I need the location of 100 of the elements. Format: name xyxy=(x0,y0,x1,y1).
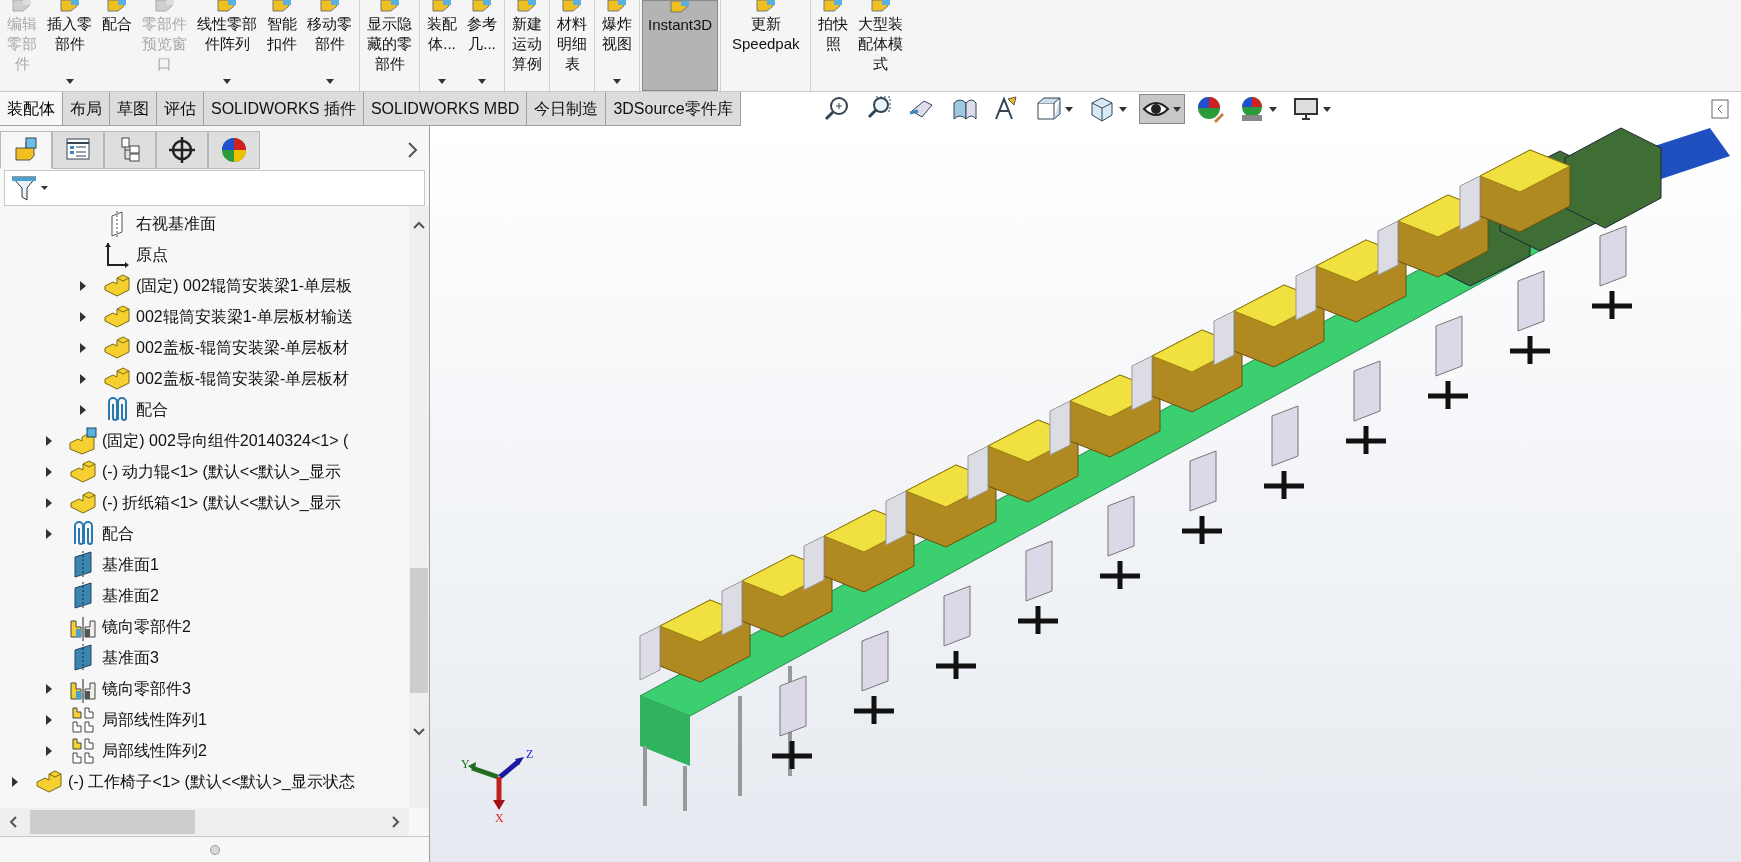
toolbar-button[interactable]: 新建运动算例 xyxy=(507,0,547,91)
tree-item-label[interactable]: 原点 xyxy=(136,242,168,267)
scroll-down-icon[interactable] xyxy=(412,727,426,737)
caret-icon[interactable] xyxy=(1063,105,1074,113)
scrollbar-thumb[interactable] xyxy=(30,810,195,834)
caret-icon[interactable] xyxy=(64,78,75,85)
part-icon[interactable] xyxy=(606,0,628,12)
tree-item-label[interactable]: 002盖板-辊筒安装梁-单层板材 xyxy=(136,366,350,391)
tree-item-label[interactable]: 基准面3 xyxy=(102,645,159,670)
paperclip-icon xyxy=(106,395,128,424)
tree-item-label[interactable]: 基准面1 xyxy=(102,552,159,577)
toolbar-button[interactable]: 显示隐藏的零部件 xyxy=(362,0,417,91)
expand-arrow-icon[interactable] xyxy=(78,310,88,323)
caret-icon[interactable] xyxy=(1321,105,1332,113)
expand-arrow-icon[interactable] xyxy=(78,372,88,385)
tree-item-label[interactable]: (-) 动力辊<1> (默认<<默认>_显示 xyxy=(102,459,341,484)
part-icon[interactable] xyxy=(378,0,401,12)
part-icon[interactable] xyxy=(822,0,845,12)
tree-item-label[interactable]: 基准面2 xyxy=(102,583,159,608)
tree-item-label[interactable]: 镜向零部件2 xyxy=(102,614,191,639)
caret-icon[interactable] xyxy=(1117,105,1128,113)
toolbar-button[interactable]: 智能扣件 xyxy=(262,0,302,91)
vertical-scrollbar[interactable] xyxy=(409,206,429,808)
caret-icon[interactable] xyxy=(1267,105,1278,113)
part-icon[interactable] xyxy=(106,0,128,12)
expand-arrow-icon[interactable] xyxy=(44,682,54,695)
part-icon[interactable] xyxy=(561,0,583,12)
tree-item-label[interactable]: 配合 xyxy=(102,521,134,546)
part-icon[interactable] xyxy=(754,0,777,12)
toolbar-button[interactable]: 插入零部件 xyxy=(42,0,97,91)
tree-item-label[interactable]: 配合 xyxy=(136,397,168,422)
part-icon[interactable] xyxy=(516,0,538,12)
tree-item-label[interactable]: 002盖板-辊筒安装梁-单层板材 xyxy=(136,335,350,360)
plane-icon xyxy=(110,209,124,238)
tree-item-label[interactable]: 局部线性阵列1 xyxy=(102,707,207,732)
filter-icon[interactable] xyxy=(9,174,49,202)
panel-tab[interactable] xyxy=(156,131,208,169)
scroll-left-icon[interactable] xyxy=(8,815,18,829)
axis-triad-drawing: Y Z X xyxy=(458,732,548,822)
toolbar-button[interactable]: 更新 Speedpak xyxy=(723,0,809,91)
caret-icon[interactable] xyxy=(612,78,622,85)
expand-arrow-icon[interactable] xyxy=(44,744,54,757)
part-icon[interactable] xyxy=(58,0,81,12)
scroll-right-icon[interactable] xyxy=(391,815,401,829)
caret-icon[interactable] xyxy=(1171,105,1182,113)
ribbon-tab[interactable]: 装配体 xyxy=(0,92,63,125)
scroll-up-icon[interactable] xyxy=(412,220,426,230)
expand-arrow-icon[interactable] xyxy=(78,279,88,292)
plane-icon xyxy=(74,550,92,579)
paperclip-icon xyxy=(72,519,94,548)
view-tool-button[interactable] xyxy=(1138,94,1185,124)
crosshair-icon xyxy=(166,134,198,166)
toolbar-button[interactable]: 移动零部件 xyxy=(302,0,357,91)
tree-item-label[interactable]: 002辊筒安装梁1-单层板材输送 xyxy=(136,304,353,329)
assembly-icon xyxy=(69,426,97,455)
expand-arrow-icon[interactable] xyxy=(44,465,54,478)
toolbar-button[interactable]: 材料明细表 xyxy=(552,0,592,91)
toolbar-button[interactable]: 爆炸视图 xyxy=(597,0,637,91)
part-icon[interactable] xyxy=(216,0,238,12)
toolbar-button[interactable]: 装配体... xyxy=(422,0,462,91)
toolbar-button[interactable]: 大型装配体模式 xyxy=(853,0,909,91)
expand-arrow-icon[interactable] xyxy=(10,775,20,788)
caret-icon[interactable] xyxy=(222,78,232,85)
panel-toggle-icon[interactable] xyxy=(1711,99,1729,119)
toolbar-button[interactable]: 参考几... xyxy=(462,0,502,91)
origin-icon xyxy=(104,240,130,269)
part-icon[interactable] xyxy=(471,0,493,12)
part-icon[interactable] xyxy=(271,0,293,12)
tree-item-label[interactable]: (固定) 002辊筒安装梁1-单层板 xyxy=(136,273,353,298)
splitter-handle[interactable] xyxy=(209,844,220,855)
toolbar-button[interactable]: Instant3D xyxy=(642,0,719,91)
caret-icon[interactable] xyxy=(477,78,487,85)
scrollbar-thumb[interactable] xyxy=(410,568,428,693)
tree-item-label[interactable]: (-) 折纸箱<1> (默认<<默认>_显示 xyxy=(102,490,341,515)
panel-tab[interactable] xyxy=(208,131,260,169)
toolbar-button[interactable]: 配合 xyxy=(97,0,137,91)
chevron-right-icon[interactable] xyxy=(407,141,419,159)
toolbar-button[interactable]: 拍快照 xyxy=(813,0,854,91)
part-icon[interactable] xyxy=(431,0,453,12)
caret-icon[interactable] xyxy=(437,78,447,85)
panel-tab[interactable] xyxy=(52,131,104,169)
tree-item-label[interactable]: 右视基准面 xyxy=(136,211,216,236)
expand-arrow-icon[interactable] xyxy=(44,434,54,447)
part-icon[interactable] xyxy=(318,0,341,12)
caret-icon[interactable] xyxy=(324,78,335,85)
expand-arrow-icon[interactable] xyxy=(78,403,88,416)
monitor-icon xyxy=(1291,95,1320,123)
tree-item-label[interactable]: (-) 工作椅子<1> (默认<<默认>_显示状态 xyxy=(68,769,355,794)
toolbar-button[interactable]: 线性零部件阵列 xyxy=(192,0,262,91)
expand-arrow-icon[interactable] xyxy=(78,341,88,354)
tree-item-label[interactable]: 镜向零部件3 xyxy=(102,676,191,701)
horizontal-scrollbar[interactable] xyxy=(0,808,409,836)
expand-arrow-icon[interactable] xyxy=(44,527,54,540)
color-ball-icon xyxy=(1195,95,1224,123)
expand-arrow-icon[interactable] xyxy=(44,713,54,726)
tree-item-label[interactable]: 局部线性阵列2 xyxy=(102,738,207,763)
pattern-icon xyxy=(71,705,95,734)
expand-arrow-icon[interactable] xyxy=(44,496,54,509)
part-icon[interactable] xyxy=(869,0,892,12)
tree-item-label[interactable]: (固定) 002导向组件20140324<1> ( xyxy=(102,428,349,453)
